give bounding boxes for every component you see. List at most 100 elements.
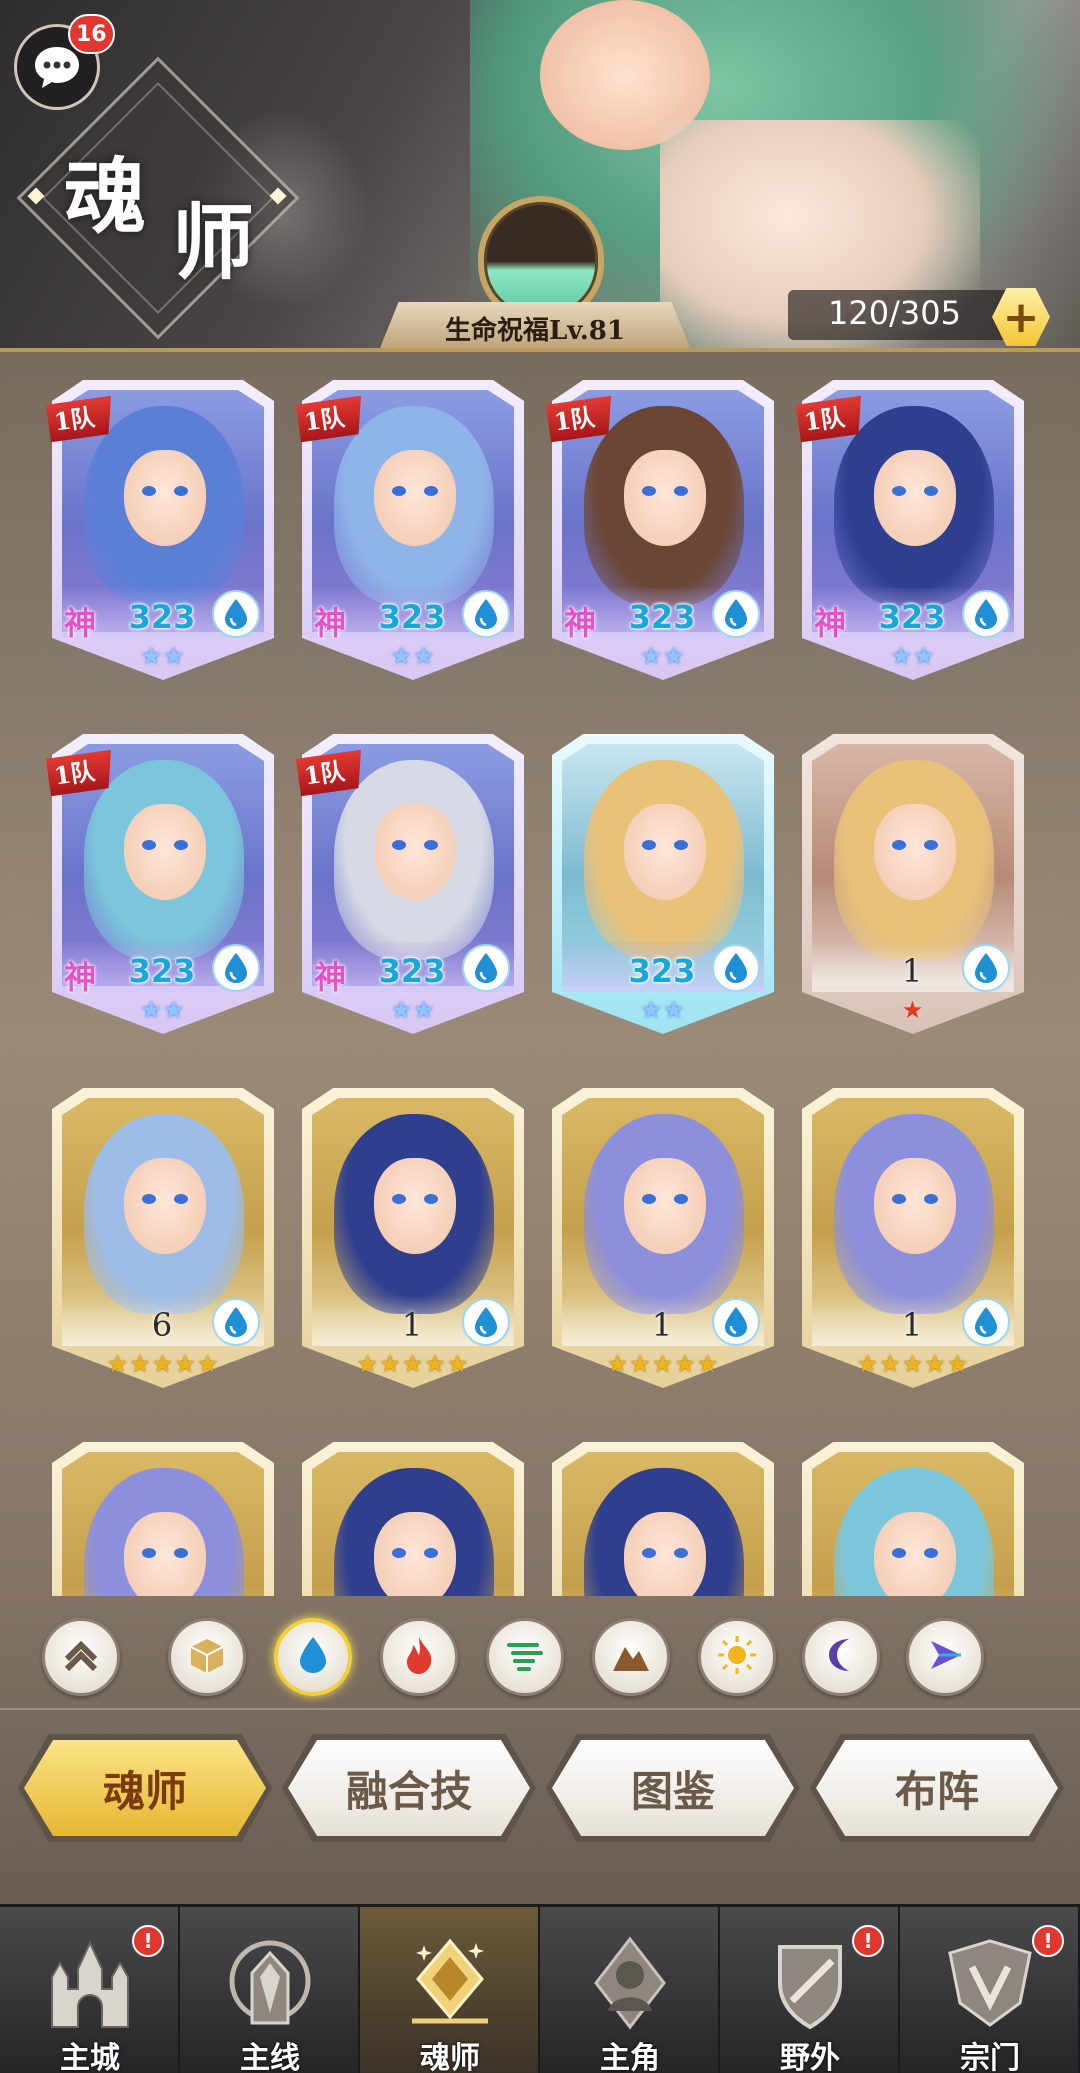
soul-master-card[interactable]: 323 ★★ — [552, 734, 774, 1034]
star-rating: ★★★★★ — [606, 1350, 720, 1378]
soul-master-card[interactable] — [302, 1442, 524, 1596]
soul-master-card[interactable]: 1 ★★★★★ — [802, 1088, 1024, 1388]
card-level: 323 — [128, 598, 196, 636]
water-icon — [212, 944, 260, 992]
soul-master-card[interactable]: 1队神 323 ★★ — [52, 734, 274, 1034]
soul-master-card[interactable]: 1队神 323 ★★ — [802, 380, 1024, 680]
nav-soul-master[interactable]: 魂师 — [360, 1907, 540, 2073]
filter-all-box-button[interactable] — [168, 1618, 246, 1696]
filter-wind-element-button[interactable] — [486, 1618, 564, 1696]
portrait-face — [874, 1158, 956, 1254]
soul-master-card[interactable]: 6 ★★★★★ — [52, 1088, 274, 1388]
god-rank-tag: 神 — [814, 604, 847, 642]
card-level: 1 — [651, 1306, 673, 1344]
filter-fire-element-button[interactable] — [380, 1618, 458, 1696]
soul-master-card[interactable] — [802, 1442, 1024, 1596]
portrait-eye — [642, 486, 656, 496]
portrait-face — [624, 804, 706, 900]
soul-master-card[interactable] — [552, 1442, 774, 1596]
god-rank-tag: 神 — [564, 604, 597, 642]
card-level: 323 — [378, 952, 446, 990]
portrait-eye — [924, 1548, 938, 1558]
earth-element-icon — [609, 1633, 653, 1681]
castle-icon — [42, 1933, 138, 2033]
water-icon — [712, 944, 760, 992]
nav-hero[interactable]: 主角 — [540, 1907, 720, 2073]
soul-master-card[interactable]: 1 ★★★★★ — [552, 1088, 774, 1388]
portrait-face — [124, 450, 206, 546]
hero-icon — [582, 1933, 678, 2033]
page-title-char: 魂 — [64, 149, 147, 245]
filter-water-element-button[interactable] — [274, 1618, 352, 1696]
alert-badge: ! — [852, 1925, 884, 1957]
card-level: 323 — [878, 598, 946, 636]
nav-label: 主角 — [600, 2041, 660, 2073]
element-filter-row — [0, 1618, 1080, 1702]
water-icon — [712, 1298, 760, 1346]
filter-sort-up-button[interactable] — [42, 1618, 120, 1696]
nav-castle[interactable]: 主城! — [0, 1907, 180, 2073]
roster-capacity: 120/305 — [828, 294, 961, 332]
soul-master-grid: 1队神 323 ★★ 1队神 323 ★★ 1队神 323 ★★ 1队神 323 ★★ 1队神 323 ★★… — [0, 356, 1080, 1596]
all-box-icon — [185, 1633, 229, 1681]
soul-master-card[interactable]: 1队神 323 ★★ — [52, 380, 274, 680]
filter-earth-element-button[interactable] — [592, 1618, 670, 1696]
soul-master-card[interactable] — [52, 1442, 274, 1596]
alert-badge: ! — [1032, 1925, 1064, 1957]
water-element-icon — [291, 1633, 335, 1681]
tab-1[interactable]: 融合技 — [288, 1740, 530, 1836]
portrait-eye — [142, 1194, 156, 1204]
portrait-eye — [674, 1194, 688, 1204]
nav-label: 主城 — [60, 2041, 120, 2073]
life-blessing-label[interactable]: 生命祝福Lv.81 — [380, 310, 690, 347]
page-title-char: 师 — [172, 195, 255, 291]
tab-0[interactable]: 魂师 — [24, 1740, 266, 1836]
portrait-face — [624, 450, 706, 546]
god-rank-tag: 神 — [64, 604, 97, 642]
filter-light-element-button[interactable] — [698, 1618, 776, 1696]
portrait-eye — [392, 1194, 406, 1204]
tab-2[interactable]: 图鉴 — [552, 1740, 794, 1836]
star-rating: ★ — [901, 996, 925, 1024]
portrait-eye — [674, 840, 688, 850]
chat-unread-badge: 16 — [68, 14, 115, 54]
star-rating: ★★ — [640, 996, 686, 1024]
card-level: 1 — [401, 1306, 423, 1344]
soul-master-card[interactable]: 1 ★★★★★ — [302, 1088, 524, 1388]
special-element-icon — [923, 1633, 967, 1681]
card-level: 323 — [128, 952, 196, 990]
nav-mainline[interactable]: 主线 — [180, 1907, 360, 2073]
portrait-face — [374, 450, 456, 546]
card-portrait — [312, 1452, 514, 1596]
water-icon — [462, 1298, 510, 1346]
portrait-eye — [174, 1194, 188, 1204]
card-level: 323 — [628, 952, 696, 990]
soul-master-card[interactable]: 1队神 323 ★★ — [302, 380, 524, 680]
star-rating: ★★★★★ — [106, 1350, 220, 1378]
soul-master-card[interactable]: 1队神 323 ★★ — [552, 380, 774, 680]
card-level: 323 — [628, 598, 696, 636]
portrait-eye — [174, 1548, 188, 1558]
portrait-face — [874, 804, 956, 900]
water-icon — [212, 1298, 260, 1346]
portrait-eye — [642, 1194, 656, 1204]
filter-dark-element-button[interactable] — [802, 1618, 880, 1696]
nav-wild[interactable]: 野外! — [720, 1907, 900, 2073]
portrait-face — [874, 450, 956, 546]
portrait-eye — [392, 840, 406, 850]
soul-master-card[interactable]: 1 ★ — [802, 734, 1024, 1034]
bottom-navigation: 主城! 主线 魂师 主角 野外! 宗门! — [0, 1904, 1080, 2073]
portrait-face — [374, 804, 456, 900]
card-level: 323 — [378, 598, 446, 636]
nav-label: 野外 — [780, 2041, 840, 2073]
chat-bubble-icon — [35, 47, 79, 88]
water-icon — [962, 944, 1010, 992]
filter-special-element-button[interactable] — [906, 1618, 984, 1696]
card-portrait — [812, 1452, 1014, 1596]
soul-master-card[interactable]: 1队神 323 ★★ — [302, 734, 524, 1034]
star-rating: ★★★★★ — [356, 1350, 470, 1378]
nav-sect[interactable]: 宗门! — [900, 1907, 1080, 2073]
portrait-face — [874, 1512, 956, 1596]
tab-3[interactable]: 布阵 — [816, 1740, 1058, 1836]
portrait-eye — [424, 1548, 438, 1558]
